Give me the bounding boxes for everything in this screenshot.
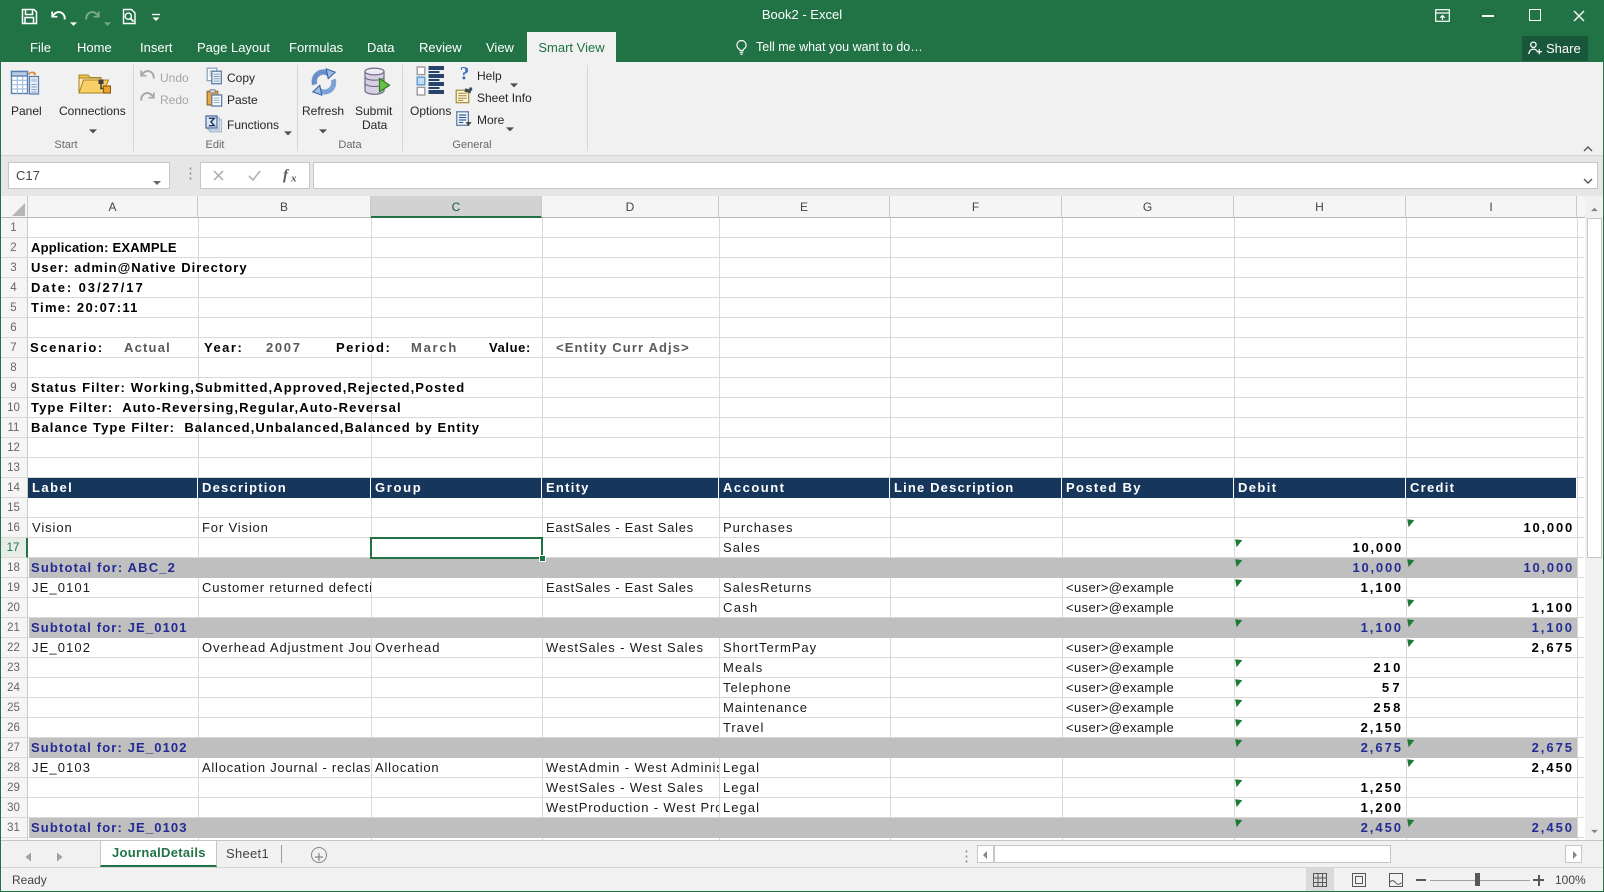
svg-text:?: ? <box>460 65 470 83</box>
svg-text:f: f <box>283 168 290 184</box>
svg-text:x: x <box>290 173 297 184</box>
